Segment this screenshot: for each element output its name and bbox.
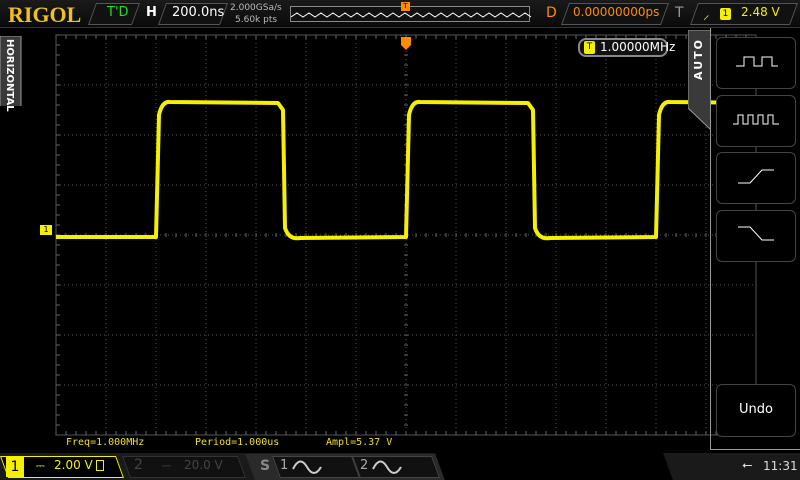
trigger-badge-icon: T: [584, 41, 595, 54]
bottom-spacer: [435, 453, 673, 480]
falling-edge-button[interactable]: [716, 210, 796, 262]
measurement-ampl: Ampl=5.37 V: [326, 437, 393, 448]
ch1-trace: [56, 99, 779, 241]
trigger-position-marker: [401, 37, 411, 50]
bottom-bar: 1 ⎓ 2.00 V 2 ⎓ 20.0 V S 1 2 ⭠ 11:31: [0, 453, 800, 480]
channel1-marker[interactable]: 1: [40, 225, 52, 235]
measurement-freq: Freq=1.000MHz: [66, 437, 145, 448]
horizontal-label: HORIZONTAL: [4, 39, 15, 112]
source1-number: 1: [280, 458, 289, 473]
measurement-period: Period=1.000us: [195, 437, 280, 448]
signal-label: S: [260, 458, 271, 474]
ch1-bandwidth-icon: [96, 460, 104, 471]
rising-edge-icon: [738, 169, 774, 184]
source2-number: 2: [360, 458, 369, 473]
auto-label: AUTO: [692, 38, 705, 80]
waveform-display[interactable]: [0, 0, 800, 480]
ch2-scale: 20.0 V: [184, 458, 223, 472]
usb-icon: ⭠: [742, 458, 753, 473]
single-period-icon: [733, 114, 779, 125]
multi-period-button[interactable]: [716, 37, 796, 89]
ch1-number: 1: [6, 457, 24, 477]
multi-period-icon: [736, 56, 778, 67]
sine-wave-icon: [292, 460, 322, 474]
ch1-coupling-icon: ⎓: [36, 459, 45, 472]
auto-menu-tab: AUTO: [687, 29, 712, 132]
horizontal-tab[interactable]: HORIZONTAL: [0, 35, 22, 137]
undo-button[interactable]: Undo: [716, 384, 796, 437]
clock: 11:31: [763, 459, 798, 473]
rising-edge-button[interactable]: [716, 152, 796, 204]
ch2-coupling-icon: ⎓: [162, 459, 171, 472]
frequency-value: 1.00000MHz: [600, 40, 676, 54]
ch2-number: 2: [134, 457, 143, 473]
ch1-scale: 2.00 V: [54, 458, 93, 472]
falling-edge-icon: [738, 226, 774, 241]
frequency-counter: T 1.00000MHz: [578, 38, 675, 57]
auto-menu: Undo: [710, 28, 800, 450]
single-period-button[interactable]: [716, 95, 796, 147]
sine-wave-icon: [372, 460, 402, 474]
